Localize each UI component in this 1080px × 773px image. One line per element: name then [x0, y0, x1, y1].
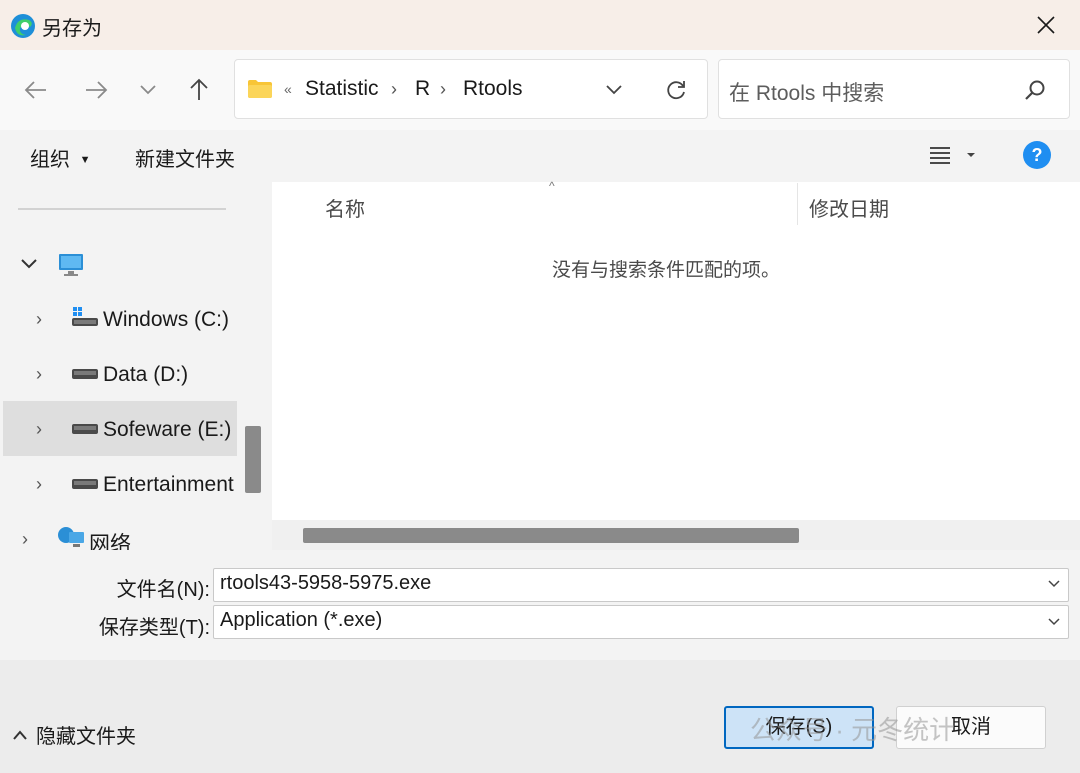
search-icon	[1025, 80, 1045, 100]
sidebar-divider	[18, 208, 226, 210]
filetype-select[interactable]: Application (*.exe)	[213, 605, 1069, 639]
chevron-down-icon	[140, 85, 156, 95]
drive-icon	[72, 478, 98, 490]
search-button[interactable]	[1015, 70, 1055, 110]
caret-down-icon: ▼	[79, 154, 91, 166]
drive-icon	[72, 423, 98, 435]
folder-icon	[247, 79, 273, 99]
sidebar-item-sofeware-e[interactable]: Sofeware (E:)	[103, 418, 231, 442]
breadcrumb-separator-icon: ›	[391, 79, 397, 99]
arrow-right-icon	[86, 81, 108, 99]
expand-this-pc-chevron-icon[interactable]	[20, 258, 38, 270]
hide-folders-toggle[interactable]: 隐藏文件夹	[12, 720, 136, 749]
column-divider[interactable]	[797, 183, 798, 225]
refresh-icon	[667, 81, 685, 100]
expand-chevron-icon[interactable]: ›	[36, 474, 42, 495]
breadcrumb-statistic[interactable]: Statistic	[305, 77, 379, 101]
network-icon	[57, 526, 85, 548]
sidebar-scrollbar[interactable]	[245, 426, 261, 493]
address-dropdown-button[interactable]	[594, 70, 634, 110]
refresh-button[interactable]	[656, 70, 696, 110]
chevron-down-icon[interactable]	[1047, 579, 1061, 589]
save-button[interactable]: 保存(S)	[724, 706, 874, 749]
search-input[interactable]: 在 Rtools 中搜索	[729, 77, 884, 107]
breadcrumb-rtools[interactable]: Rtools	[463, 77, 523, 101]
organize-label: 组织	[30, 149, 70, 171]
breadcrumb-overflow[interactable]: «	[284, 81, 292, 97]
close-icon	[1037, 16, 1055, 34]
sort-ascending-icon: ^	[549, 179, 555, 193]
this-pc-icon[interactable]	[57, 252, 85, 278]
horizontal-scrollbar-thumb[interactable]	[303, 528, 799, 543]
title-bar	[0, 0, 1080, 50]
expand-chevron-icon[interactable]: ›	[22, 529, 28, 550]
organize-menu[interactable]: 组织 ▼	[30, 143, 90, 172]
filename-label: 文件名(N):	[116, 579, 210, 601]
filetype-value: Application (*.exe)	[220, 609, 383, 631]
list-view-icon	[930, 147, 975, 164]
breadcrumb-separator-icon: ›	[440, 79, 446, 99]
empty-folder-message: 没有与搜索条件匹配的项。	[552, 260, 781, 281]
filename-input[interactable]: rtools43-5958-5975.exe	[213, 568, 1069, 602]
forward-button[interactable]	[76, 70, 116, 110]
back-button[interactable]	[16, 70, 56, 110]
expand-chevron-icon[interactable]: ›	[36, 364, 42, 385]
recent-locations-button[interactable]	[128, 70, 168, 110]
dialog-title: 另存为	[42, 18, 102, 40]
sidebar-item-data-d[interactable]: Data (D:)	[103, 363, 188, 387]
view-options-button[interactable]	[929, 145, 981, 165]
breadcrumb-r[interactable]: R	[415, 77, 430, 101]
sidebar-item-windows-c[interactable]: Windows (C:)	[103, 308, 229, 332]
up-button[interactable]	[179, 70, 219, 110]
column-header-modified[interactable]: 修改日期	[809, 193, 889, 222]
edge-logo-icon	[10, 13, 36, 39]
expand-chevron-icon[interactable]: ›	[36, 419, 42, 440]
filename-value: rtools43-5958-5975.exe	[220, 572, 432, 594]
file-list-pane	[272, 182, 1080, 550]
chevron-down-icon	[606, 85, 622, 95]
arrow-left-icon	[24, 81, 46, 99]
filetype-label: 保存类型(T):	[98, 617, 210, 639]
drive-icon	[72, 368, 98, 380]
chevron-up-icon	[13, 729, 27, 740]
hide-folders-label: 隐藏文件夹	[36, 726, 136, 748]
column-header-name[interactable]: 名称	[325, 193, 365, 222]
expand-chevron-icon[interactable]: ›	[36, 309, 42, 330]
sidebar-item-entertainment[interactable]: Entertainment	[103, 473, 237, 497]
chevron-down-icon[interactable]	[1047, 617, 1061, 627]
arrow-up-icon	[190, 78, 208, 100]
new-folder-button[interactable]: 新建文件夹	[135, 143, 235, 172]
windows-drive-icon	[72, 306, 98, 328]
help-button[interactable]: ?	[1023, 141, 1051, 169]
close-button[interactable]	[1026, 8, 1066, 42]
cancel-button[interactable]: 取消	[896, 706, 1046, 749]
